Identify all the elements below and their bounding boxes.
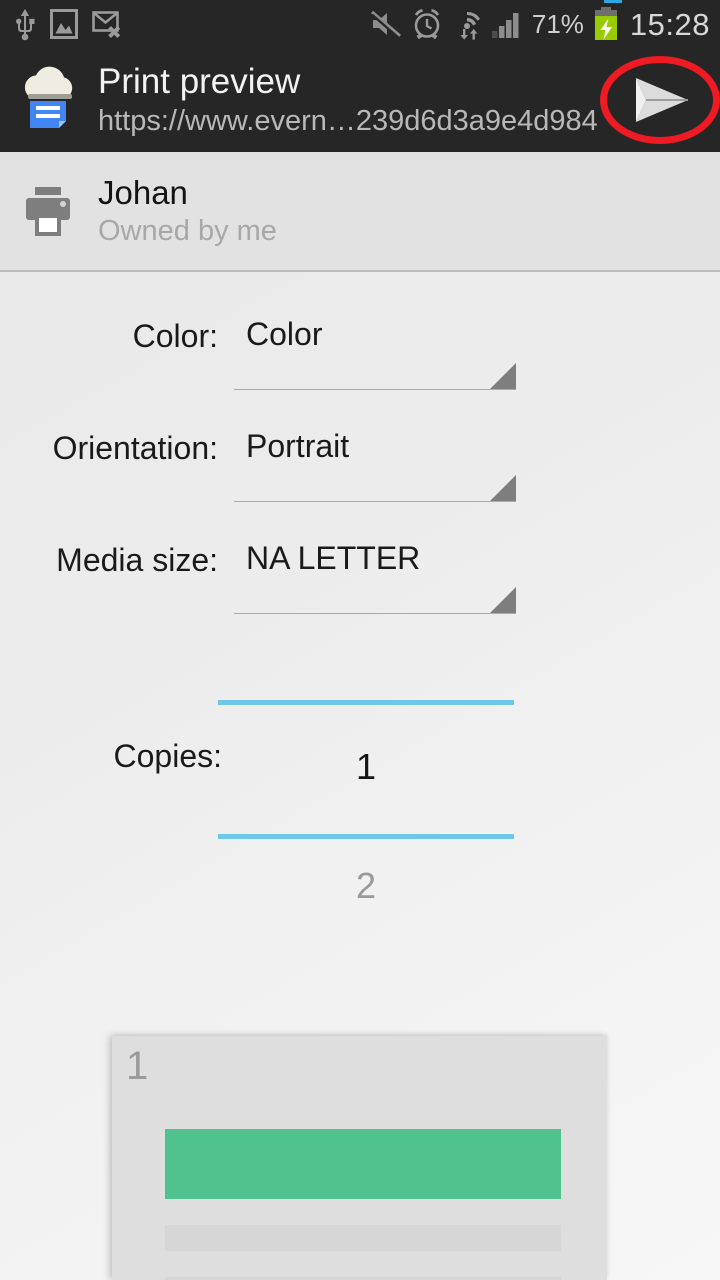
wifi-data-transfer-icon	[460, 11, 480, 40]
picker-selection-line-top	[218, 700, 514, 705]
spinner-underline	[234, 501, 516, 502]
notification-indicator	[604, 0, 622, 3]
orientation-spinner[interactable]: Portrait	[234, 424, 516, 502]
orientation-value: Portrait	[246, 428, 350, 464]
action-bar: Print preview https://www.evern…239d6d3a…	[0, 48, 720, 152]
status-bar-right-icons: 71% 15:28	[370, 7, 710, 41]
page-title: Print preview	[98, 62, 301, 101]
mute-icon	[370, 10, 401, 39]
print-preview-area[interactable]: 1	[0, 1012, 720, 1280]
copies-next-value[interactable]: 2	[218, 864, 514, 908]
color-value: Color	[246, 316, 323, 352]
preview-content-bar	[165, 1225, 561, 1251]
email-error-icon	[92, 11, 121, 38]
send-print-button[interactable]	[600, 48, 720, 152]
option-row-orientation: Orientation: Portrait	[0, 424, 720, 516]
copies-current-value[interactable]: 1	[218, 745, 514, 789]
preview-content-banner	[165, 1129, 561, 1199]
printer-ownership-status: Owned by me	[98, 215, 277, 247]
annotation-highlight-circle	[600, 56, 720, 144]
battery-charging-icon	[594, 7, 617, 40]
copies-row: Copies: 1 2	[0, 582, 720, 922]
spinner-dropdown-arrow-icon	[490, 363, 516, 389]
picker-selection-line-bottom	[218, 834, 514, 839]
document-url: https://www.evern…239d6d3a9e4d984	[98, 105, 598, 137]
media-size-label: Media size:	[56, 542, 218, 578]
orientation-label: Orientation:	[52, 430, 218, 466]
divider	[0, 270, 720, 272]
status-bar-clock: 15:28	[629, 6, 710, 42]
usb-icon	[16, 9, 35, 41]
printer-selector-row[interactable]: Johan Owned by me	[0, 152, 720, 270]
screenshot-image-icon	[50, 9, 78, 39]
printer-icon	[26, 187, 70, 236]
spinner-dropdown-arrow-icon	[490, 475, 516, 501]
status-bar[interactable]: 71% 15:28	[0, 0, 720, 48]
copies-label: Copies:	[113, 738, 223, 774]
media-size-value: NA LETTER	[246, 540, 421, 576]
cloud-print-icon[interactable]	[12, 61, 90, 139]
battery-percent-label: 71%	[531, 9, 584, 39]
print-options-panel: Johan Owned by me Color: Color Orientati…	[0, 152, 720, 1280]
alarm-clock-icon	[414, 9, 440, 40]
color-label: Color:	[132, 318, 218, 354]
printer-text-group: Johan Owned by me	[98, 173, 277, 249]
signal-bars-icon	[491, 13, 519, 38]
header-text-group: Print preview https://www.evern…239d6d3a…	[98, 61, 602, 139]
color-spinner[interactable]: Color	[234, 312, 516, 390]
status-bar-left-icons	[14, 7, 124, 41]
copies-number-picker[interactable]: 1 2	[218, 582, 514, 922]
preview-page-number: 1	[126, 1044, 149, 1088]
printer-name: Johan	[98, 174, 188, 211]
preview-page-1[interactable]: 1	[112, 1036, 607, 1280]
option-row-color: Color: Color	[0, 312, 720, 404]
spinner-underline	[234, 389, 516, 390]
